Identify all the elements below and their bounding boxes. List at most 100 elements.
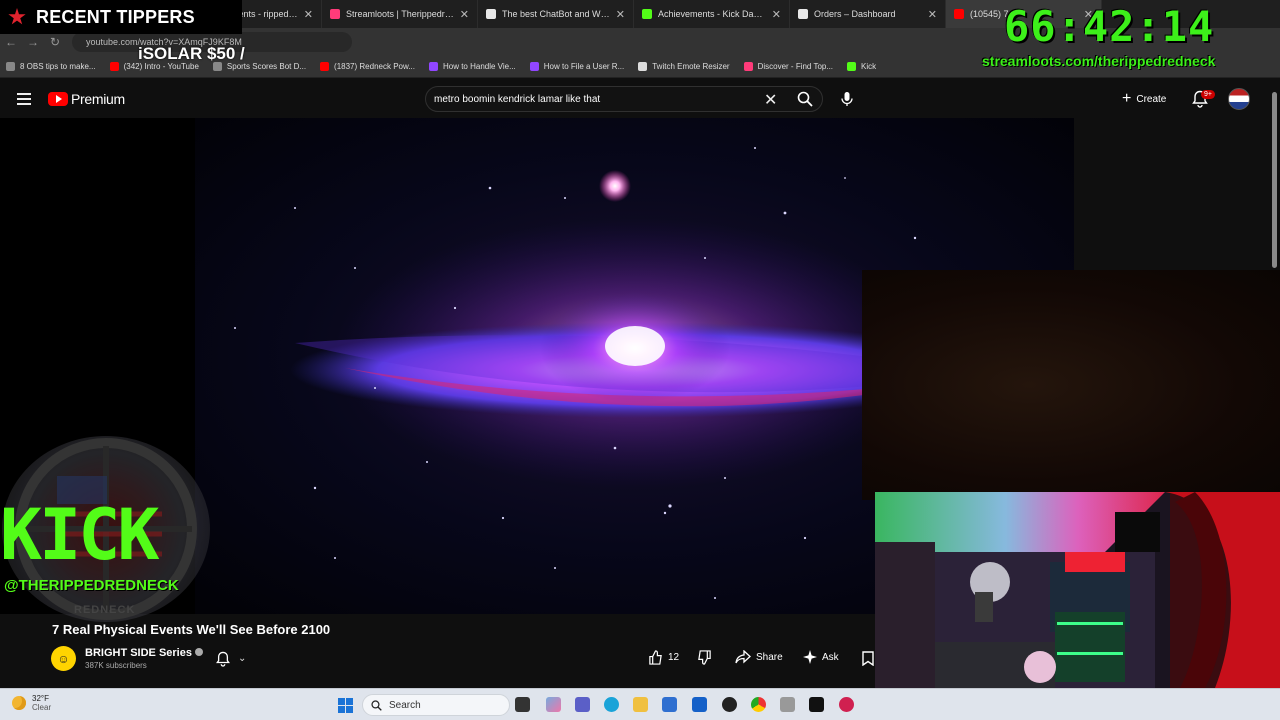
star-icon (8, 8, 26, 25)
subscription-bell-icon[interactable] (216, 651, 230, 667)
kick-handle: @THERIPPEDREDNECK (4, 577, 179, 594)
bookmark-label: How to Handle Vie... (442, 62, 516, 71)
browser-tab[interactable]: Streamloots | Therippedredne ✕ (322, 0, 478, 28)
bookmark-item[interactable]: (1837) Redneck Pow... (320, 62, 415, 71)
ask-button[interactable]: Ask (803, 650, 839, 664)
copilot-icon[interactable] (546, 697, 561, 712)
bookmark-item[interactable]: How to Handle Vie... (428, 62, 516, 71)
bookmark-label: Twitch Emote Resizer (652, 62, 730, 71)
like-button[interactable]: 12 (648, 650, 679, 665)
weather-condition: Clear (32, 703, 52, 712)
bookmark-item[interactable]: Kick (847, 62, 876, 71)
menu-icon[interactable] (17, 93, 31, 105)
bookmark-label: Discover - Find Top... (757, 62, 834, 71)
bookmark-item[interactable]: Discover - Find Top... (743, 62, 834, 71)
channel-avatar[interactable]: ☺ (51, 646, 76, 671)
tab-label: Achievements - Kick Dashboar (658, 9, 766, 19)
outlook-icon[interactable] (692, 697, 707, 712)
webcam-feed (875, 492, 1280, 688)
browser-tab[interactable]: Achievements - Kick Dashboar ✕ (634, 0, 790, 28)
tab-favicon-icon (486, 9, 496, 19)
bookmark-item[interactable]: How to File a User R... (529, 62, 625, 71)
webcam-scene (875, 492, 1280, 688)
share-button[interactable]: Share (735, 650, 783, 664)
recent-tippers-banner: RECENT TIPPERS (0, 0, 242, 34)
bookmark-item[interactable]: Twitch Emote Resizer (638, 62, 730, 71)
bookmark-favicon-icon (6, 62, 15, 71)
subscriber-count: 387K subscribers (85, 661, 147, 670)
kick-logo: KICK (0, 494, 160, 576)
terminal-icon[interactable] (809, 697, 824, 712)
bookmark-label: (1837) Redneck Pow... (334, 62, 415, 71)
verified-icon (194, 648, 203, 656)
back-icon[interactable]: ← (0, 35, 22, 49)
weather-temperature: 32°F (32, 694, 49, 703)
reload-icon[interactable]: ↻ (44, 35, 66, 49)
search-icon (371, 699, 382, 711)
tab-close-icon[interactable]: ✕ (460, 8, 469, 21)
tab-label: Orders – Dashboard (814, 9, 896, 19)
thumbs-down-icon (698, 650, 711, 665)
search-icon (797, 91, 813, 107)
search-button[interactable] (788, 87, 822, 111)
bookmark-label: How to File a User R... (543, 62, 625, 71)
streamloots-url: streamloots.com/therippedredneck (982, 53, 1216, 69)
app-icon-red[interactable] (839, 697, 854, 712)
tab-favicon-icon (954, 9, 964, 19)
like-count: 12 (668, 652, 680, 663)
overlay-backdrop (862, 270, 1280, 500)
thumbs-up-icon (649, 650, 662, 665)
screen: Streamelements - rippedredne✕Streamloots… (0, 0, 1280, 720)
chrome-icon[interactable] (751, 697, 766, 712)
tab-label: The best ChatBot and Widgets (502, 9, 610, 19)
obs-icon[interactable] (722, 697, 737, 712)
sparkle-icon (803, 650, 817, 664)
search-input[interactable] (434, 91, 754, 107)
file-explorer-icon[interactable] (633, 697, 648, 712)
bookmark-favicon-icon (428, 62, 438, 71)
clear-search-icon[interactable]: ✕ (764, 90, 777, 110)
dislike-button[interactable] (697, 650, 717, 665)
teams-icon[interactable] (575, 697, 590, 712)
youtube-header: Premium ✕ + Create (0, 80, 1280, 118)
weather-widget[interactable]: 32°F Clear (12, 694, 51, 712)
channel-name[interactable]: BRIGHT SIDE Series (85, 647, 203, 659)
tab-close-icon[interactable]: ✕ (772, 8, 781, 21)
share-label: Share (756, 651, 783, 663)
tab-close-icon[interactable]: ✕ (928, 8, 937, 21)
youtube-brand-label: Premium (71, 91, 125, 107)
tipper-entry: iSOLAR $50 / (138, 44, 245, 63)
notification-badge: 9+ (1201, 90, 1215, 99)
tab-label: Streamloots | Therippedredne (346, 9, 454, 19)
recent-tippers-title: RECENT TIPPERS (36, 6, 195, 27)
bookmark-favicon-icon (638, 62, 648, 71)
search-box: ✕ (425, 86, 823, 112)
page-scrollbar[interactable] (1272, 92, 1277, 268)
tab-close-icon[interactable]: ✕ (616, 8, 625, 21)
microphone-icon[interactable] (840, 91, 854, 107)
forward-icon[interactable]: → (22, 35, 44, 49)
bookmark-favicon-icon (529, 62, 539, 71)
create-label: Create (1136, 93, 1167, 105)
task-view-icon[interactable] (515, 697, 530, 712)
browser-tab[interactable]: The best ChatBot and Widgets ✕ (478, 0, 634, 28)
taskbar-search[interactable]: Search (362, 694, 510, 716)
save-icon[interactable] (862, 651, 874, 666)
bookmark-favicon-icon (847, 62, 857, 71)
youtube-play-icon (48, 92, 68, 106)
moon-icon (12, 696, 26, 710)
taskbar-search-label: Search (389, 699, 421, 711)
tab-close-icon[interactable]: ✕ (304, 8, 313, 21)
account-avatar[interactable] (1228, 88, 1250, 110)
store-icon[interactable] (662, 697, 677, 712)
browser-tab[interactable]: Orders – Dashboard ✕ (790, 0, 946, 28)
edge-icon[interactable] (604, 697, 619, 712)
windows-start-icon[interactable] (338, 698, 353, 713)
subathon-timer: 66:42:14 (1004, 2, 1215, 51)
app-icon[interactable] (780, 697, 795, 712)
create-button[interactable]: + Create (1122, 89, 1166, 109)
chevron-down-icon[interactable]: ⌄ (238, 653, 246, 664)
youtube-logo[interactable]: Premium (48, 91, 125, 107)
bookmark-favicon-icon (109, 62, 119, 71)
bookmark-item[interactable]: 8 OBS tips to make... (6, 62, 96, 71)
